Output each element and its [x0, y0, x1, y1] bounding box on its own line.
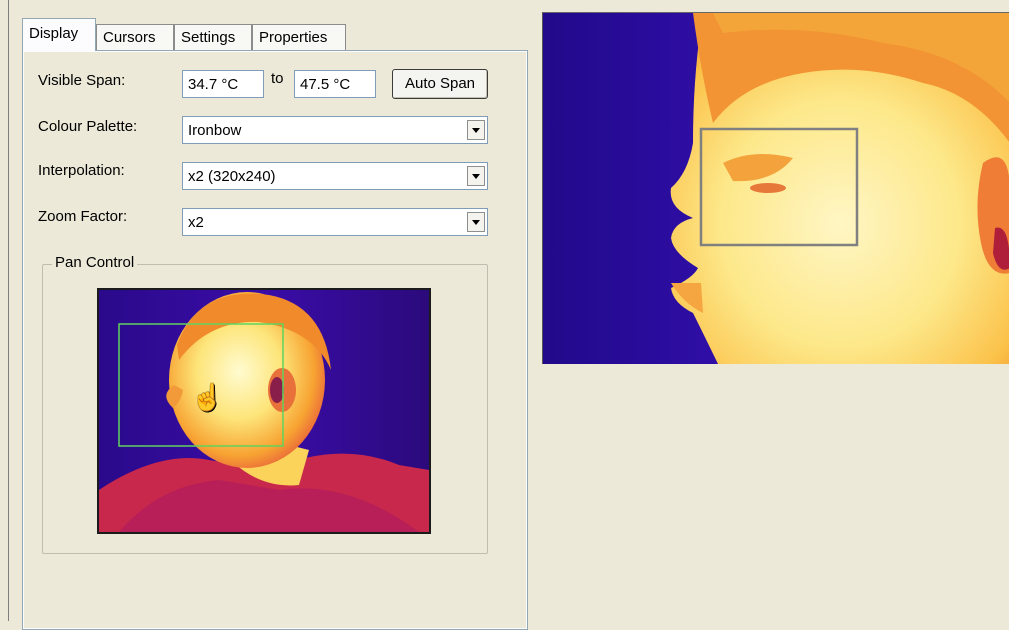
chevron-down-icon[interactable]: [467, 120, 485, 140]
to-label: to: [271, 70, 284, 87]
zoom-factor-select[interactable]: x2: [182, 208, 488, 236]
tab-properties[interactable]: Properties: [252, 24, 346, 50]
tab-display[interactable]: Display: [22, 18, 96, 51]
colour-palette-value: Ironbow: [188, 122, 242, 139]
span-min-input[interactable]: 34.7 °C: [182, 70, 264, 98]
hand-pointer-icon: ☝: [191, 382, 224, 412]
window-border: [8, 0, 9, 621]
zoom-factor-value: x2: [188, 214, 204, 231]
chevron-down-icon[interactable]: [467, 212, 485, 232]
colour-palette-select[interactable]: Ironbow: [182, 116, 488, 144]
interpolation-value: x2 (320x240): [188, 168, 276, 185]
auto-span-button[interactable]: Auto Span: [392, 69, 488, 99]
pan-preview-thumbnail[interactable]: ☝: [97, 288, 431, 534]
visible-span-label: Visible Span:: [38, 72, 126, 89]
colour-palette-label: Colour Palette:: [38, 118, 138, 135]
span-max-input[interactable]: 47.5 °C: [294, 70, 376, 98]
app-window: Display Cursors Settings Properties Visi…: [0, 0, 1009, 630]
zoom-factor-label: Zoom Factor:: [38, 208, 128, 225]
chevron-down-icon[interactable]: [467, 166, 485, 186]
tab-settings[interactable]: Settings: [174, 24, 252, 50]
thermal-zoom-image: [543, 13, 1009, 364]
pan-control-title: Pan Control: [52, 254, 138, 271]
zoomed-thermal-view[interactable]: [542, 12, 1009, 364]
tab-cursors[interactable]: Cursors: [96, 24, 174, 50]
thermal-thumbnail-image: [99, 290, 429, 532]
interpolation-select[interactable]: x2 (320x240): [182, 162, 488, 190]
interpolation-label: Interpolation:: [38, 162, 125, 179]
